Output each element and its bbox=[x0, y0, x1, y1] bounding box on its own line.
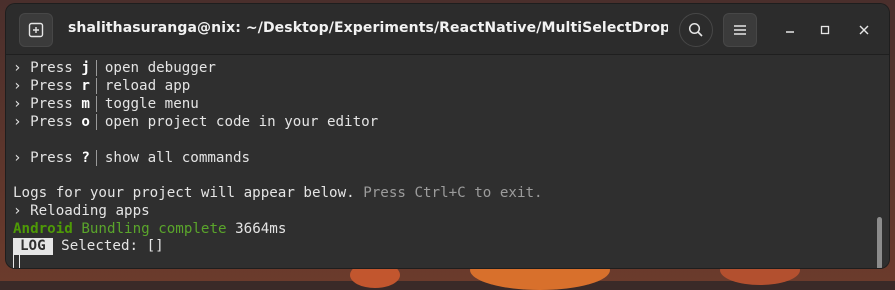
log-line: LOG Selected: [] bbox=[13, 237, 164, 255]
new-tab-button[interactable] bbox=[19, 13, 53, 47]
command-desc: toggle menu bbox=[104, 96, 199, 112]
separator bbox=[95, 60, 97, 76]
command-hint-row: › Press ? show all commands bbox=[13, 149, 250, 167]
command-hint-row: › Press r reload app bbox=[13, 77, 190, 95]
menu-button[interactable] bbox=[723, 13, 757, 47]
separator bbox=[95, 96, 97, 112]
minimize-icon bbox=[786, 31, 794, 33]
command-hint-row: › Press j open debugger bbox=[13, 59, 216, 77]
exit-hint-text: Press Ctrl+C to exit. bbox=[363, 185, 543, 201]
separator bbox=[95, 78, 97, 94]
terminal-window: shalithasuranga@nix: ~/Desktop/Experimen… bbox=[6, 4, 889, 268]
bundle-platform: Android bbox=[13, 221, 73, 237]
command-key: r bbox=[81, 78, 90, 94]
command-key: o bbox=[81, 114, 90, 130]
logs-info-line: Logs for your project will appear below.… bbox=[13, 184, 543, 202]
search-icon bbox=[688, 22, 703, 37]
scrollbar-thumb[interactable] bbox=[877, 217, 882, 268]
command-prefix: › Press bbox=[13, 60, 82, 76]
command-hint-row: › Press m toggle menu bbox=[13, 95, 199, 113]
bundle-time: 3664ms bbox=[235, 221, 287, 237]
window-title: shalithasuranga@nix: ~/Desktop/Experimen… bbox=[68, 20, 668, 36]
hamburger-menu-icon bbox=[734, 25, 746, 35]
reloading-line: › Reloading apps bbox=[13, 203, 150, 219]
new-tab-icon bbox=[28, 22, 44, 38]
command-key: m bbox=[81, 96, 90, 112]
command-desc: open debugger bbox=[104, 60, 216, 76]
terminal-output[interactable]: › Press j open debugger › Press r reload a… bbox=[6, 55, 889, 268]
command-prefix: › Press bbox=[13, 96, 82, 112]
command-hint-row: › Press o open project code in your edito… bbox=[13, 113, 378, 131]
separator bbox=[95, 150, 97, 166]
maximize-button[interactable] bbox=[813, 18, 837, 42]
command-prefix: › Press bbox=[13, 150, 82, 166]
minimize-button[interactable] bbox=[778, 18, 802, 42]
command-prefix: › Press bbox=[13, 114, 82, 130]
command-desc: reload app bbox=[104, 78, 191, 94]
command-prefix: › Press bbox=[13, 78, 82, 94]
separator bbox=[95, 114, 97, 130]
search-button[interactable] bbox=[679, 13, 713, 47]
terminal-cursor bbox=[13, 253, 20, 268]
bundle-status: Bundling complete bbox=[81, 221, 227, 237]
logs-intro-text: Logs for your project will appear below. bbox=[13, 185, 355, 201]
log-message: Selected: [] bbox=[61, 238, 164, 254]
maximize-icon bbox=[820, 25, 830, 35]
command-key: ? bbox=[81, 150, 90, 166]
command-key: j bbox=[81, 60, 90, 76]
title-bar: shalithasuranga@nix: ~/Desktop/Experimen… bbox=[6, 4, 889, 55]
close-button[interactable] bbox=[852, 18, 876, 42]
bundle-status-line: Android Bundling complete 3664ms bbox=[13, 220, 286, 238]
command-desc: show all commands bbox=[104, 150, 251, 166]
close-icon bbox=[859, 25, 869, 35]
command-desc: open project code in your editor bbox=[104, 114, 379, 130]
